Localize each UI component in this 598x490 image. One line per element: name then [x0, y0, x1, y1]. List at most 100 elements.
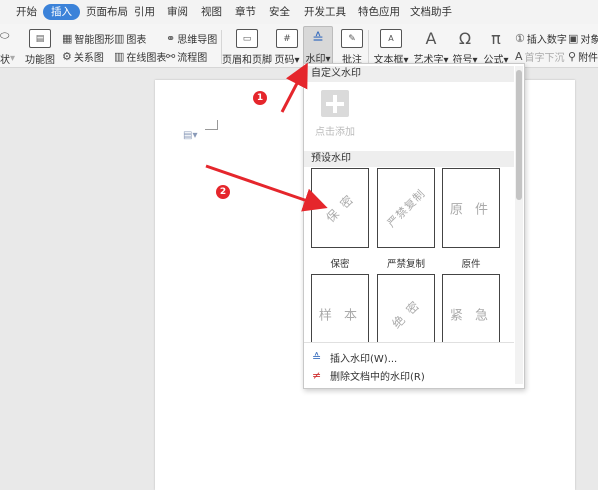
watermark-preset-text: 绝 密 — [389, 297, 424, 332]
page-number-button[interactable]: # 页码▾ — [273, 26, 301, 66]
online-chart-button[interactable]: ▥ 在线图表 — [114, 49, 166, 64]
relation-chart-label: 关系图 — [73, 53, 104, 64]
add-custom-watermark-button[interactable]: 点击添加 — [314, 90, 356, 138]
watermark-preset-text: 原 件 — [449, 202, 493, 218]
function-chart-label: 功能图 — [25, 55, 55, 66]
paperclip-icon: ⚲ — [568, 50, 577, 63]
textbox-icon: A — [380, 29, 402, 48]
relation-chart-icon: ⚙ — [62, 50, 72, 63]
function-chart-icon: ▤ — [29, 29, 51, 48]
page-number-icon: # — [276, 29, 298, 48]
delete-watermark-label: 删除文档中的水印(R) — [330, 372, 425, 383]
chart-label: 图表 — [126, 35, 147, 46]
watermark-preset-secret[interactable]: 保 密 — [311, 168, 369, 248]
menu-page-layout[interactable]: 页面布局 — [86, 4, 128, 20]
ribbon: ⬭ 状 ▾ ▤ 功能图 ▦ 智能图形 ⚙ 关系图 ▥ 图表 ▥ 在线图表 ⚭ 思维导图 ⚯ 流… — [0, 24, 598, 68]
object-icon: ▣ — [568, 32, 579, 45]
mindmap-icon: ⚭ — [166, 32, 176, 45]
insert-number-label: 插入数字 — [526, 35, 567, 46]
menu-chapter[interactable]: 章节 — [235, 4, 256, 20]
online-chart-label: 在线图表 — [126, 53, 167, 64]
menu-doc-assistant[interactable]: 文档助手 — [410, 4, 452, 20]
custom-watermark-header: 自定义水印 — [304, 66, 514, 82]
divider — [368, 30, 369, 64]
omega-icon: Ω — [458, 29, 472, 48]
chart-icon: ▥ — [114, 32, 125, 45]
menu-insert[interactable]: 插入 — [43, 4, 80, 20]
insert-watermark-icon: ≙ — [312, 351, 322, 364]
menu-view[interactable]: 视图 — [201, 4, 222, 20]
plus-icon — [321, 90, 349, 117]
symbol-button[interactable]: Ω 符号▾ — [452, 26, 478, 66]
attachment-button[interactable]: ⚲ 附件 — [568, 49, 598, 64]
watermark-caption: 严禁复制 — [386, 259, 425, 270]
paste-options-icon[interactable]: ▤▾ — [183, 130, 197, 141]
watermark-preset-text: 紧 急 — [449, 308, 493, 324]
smart-art-label: 智能图形 — [74, 35, 115, 46]
comment-button[interactable]: ✎ 批注 — [338, 26, 366, 66]
watermark-button[interactable]: ≙ 水印▾ — [303, 26, 333, 66]
header-footer-icon: ▭ — [236, 29, 258, 48]
first-drop-button[interactable]: A 首字下沉 — [515, 49, 565, 64]
chevron-down-icon: ▾ — [10, 53, 16, 64]
watermark-icon: ≙ — [312, 30, 324, 47]
menu-developer[interactable]: 开发工具 — [304, 4, 346, 20]
menu-bar: 开始 插入 页面布局 引用 审阅 视图 章节 安全 开发工具 特色应用 文档助手 — [0, 0, 598, 24]
callout-badge-1: 1 — [253, 91, 267, 105]
function-chart-button[interactable]: ▤ 功能图 — [22, 26, 58, 66]
object-button[interactable]: ▣ 对象 — [568, 31, 598, 46]
header-footer-button[interactable]: ▭ 页眉和页脚 — [222, 26, 272, 66]
scrollbar-thumb[interactable] — [516, 70, 522, 200]
wordart-icon: A — [425, 29, 437, 48]
mindmap-label: 思维导图 — [177, 35, 218, 46]
menu-special[interactable]: 特色应用 — [358, 4, 400, 20]
drop-cap-icon: A — [515, 50, 523, 63]
flowchart-icon: ⚯ — [166, 50, 176, 63]
watermark-actions: ≙ 插入水印(W)... ≠ 删除文档中的水印(R) — [304, 342, 514, 388]
chart-button[interactable]: ▥ 图表 — [114, 31, 146, 46]
page-number-label: 页码▾ — [274, 55, 300, 66]
watermark-preset-text: 保 密 — [323, 191, 358, 226]
wordart-button[interactable]: A 艺术字▾ — [412, 26, 450, 66]
insert-watermark-label: 插入水印(W)... — [330, 354, 398, 365]
insert-number-button[interactable]: ① 插入数字 — [515, 31, 567, 46]
shapes-button[interactable]: 状 ▾ — [0, 51, 15, 66]
pi-icon: π — [491, 29, 501, 48]
mindmap-button[interactable]: ⚭ 思维导图 — [166, 31, 217, 46]
add-custom-label: 点击添加 — [315, 127, 355, 138]
watermark-preset-text: 严禁复制 — [384, 186, 428, 230]
insert-watermark-item[interactable]: ≙ 插入水印(W)... — [312, 350, 397, 365]
menu-reference[interactable]: 引用 — [134, 4, 155, 20]
textbox-button[interactable]: A 文本框▾ — [372, 26, 410, 66]
flowchart-button[interactable]: ⚯ 流程图 — [166, 49, 207, 64]
preset-watermark-header: 预设水印 — [304, 151, 514, 167]
delete-watermark-item[interactable]: ≠ 删除文档中的水印(R) — [312, 368, 425, 383]
panel-scrollbar[interactable] — [515, 66, 523, 384]
attachment-label: 附件 — [578, 53, 598, 64]
menu-security[interactable]: 安全 — [269, 4, 290, 20]
shapes-partial-button[interactable]: ⬭ — [0, 30, 11, 41]
smart-art-button[interactable]: ▦ 智能图形 — [62, 31, 114, 46]
formula-button[interactable]: π 公式▾ — [482, 26, 510, 66]
callout-badge-2: 2 — [216, 185, 230, 199]
relation-chart-button[interactable]: ⚙ 关系图 — [62, 49, 104, 64]
first-drop-label: 首字下沉 — [524, 53, 565, 64]
margin-marker — [205, 120, 218, 130]
menu-review[interactable]: 审阅 — [167, 4, 188, 20]
smart-art-icon: ▦ — [62, 32, 73, 45]
shapes-label: 状 — [0, 55, 10, 66]
watermark-preset-text: 样 本 — [318, 308, 362, 324]
header-footer-label: 页眉和页脚 — [222, 55, 272, 66]
comment-icon: ✎ — [341, 29, 363, 48]
watermark-dropdown: 自定义水印 点击添加 预设水印 保 密 严禁复制 原 件 保密 严禁复制 原件 … — [303, 63, 525, 389]
online-chart-icon: ▥ — [114, 50, 125, 63]
object-label: 对象 — [580, 35, 598, 46]
watermark-preset-original[interactable]: 原 件 — [442, 168, 500, 248]
delete-watermark-icon: ≠ — [312, 369, 322, 382]
number-icon: ① — [515, 32, 525, 45]
watermark-caption: 原件 — [461, 259, 481, 270]
watermark-preset-no-copy[interactable]: 严禁复制 — [377, 168, 435, 248]
flowchart-label: 流程图 — [177, 53, 208, 64]
menu-start[interactable]: 开始 — [16, 4, 37, 20]
watermark-caption: 保密 — [330, 259, 350, 270]
